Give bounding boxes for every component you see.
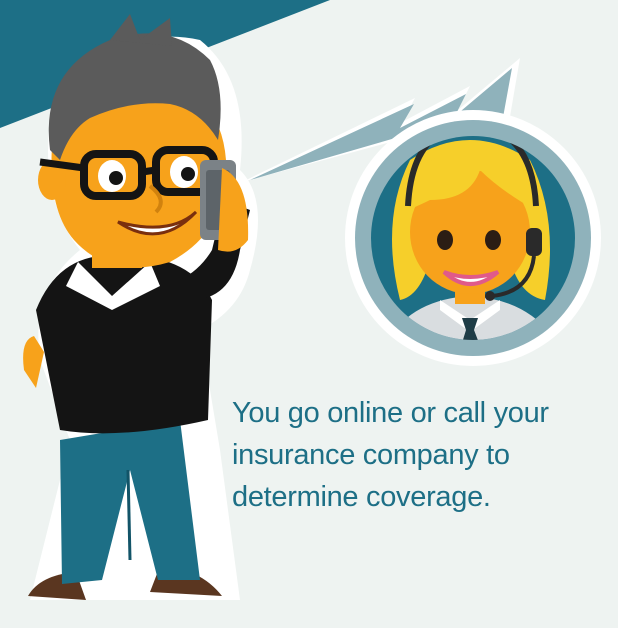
- caption-text: You go online or call your insurance com…: [232, 397, 549, 513]
- call-center-agent-figure: [345, 110, 601, 366]
- man-on-phone-figure: [23, 14, 258, 600]
- illustration-scene: [0, 0, 601, 600]
